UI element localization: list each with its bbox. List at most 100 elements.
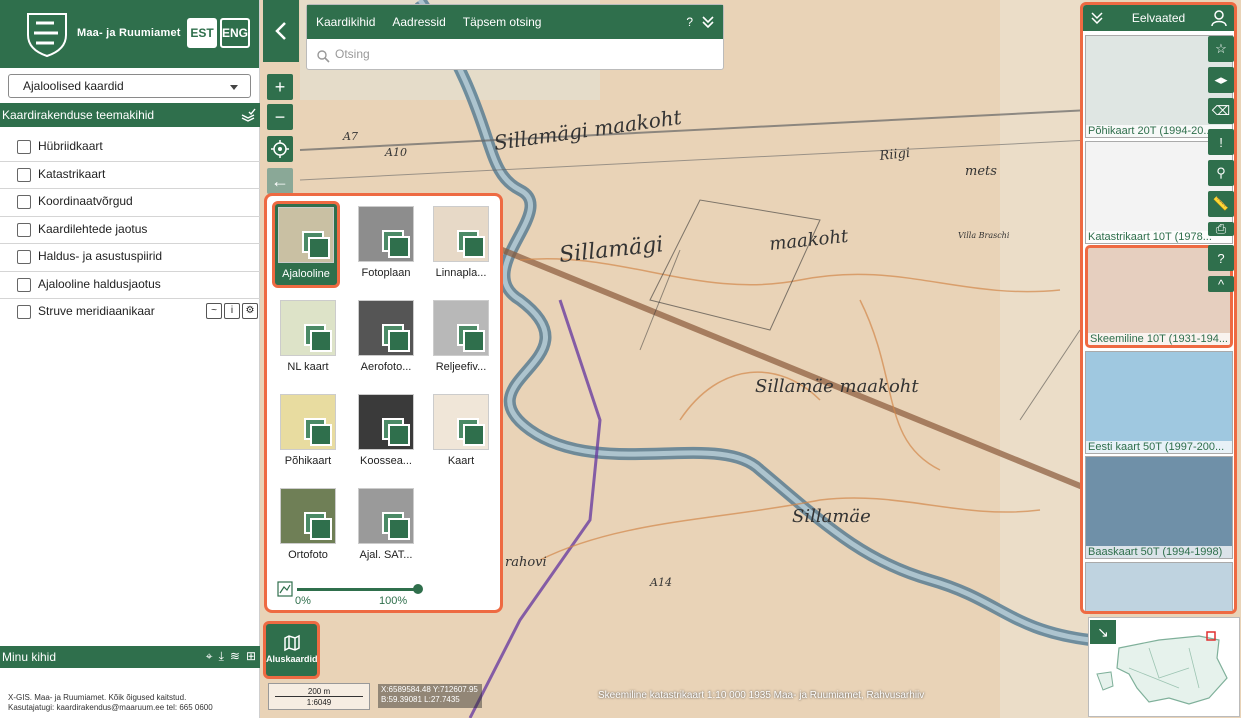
collapse-sidebar-button[interactable] xyxy=(263,0,299,62)
basemap-tile-pohikaart[interactable]: Põhikaart xyxy=(277,394,339,467)
locate-button[interactable] xyxy=(267,136,293,162)
theme-layers-header: Kaardirakenduse teemakihid xyxy=(0,103,260,127)
comment-icon[interactable]: ! xyxy=(1208,129,1234,155)
star-icon[interactable]: ☆ xyxy=(1208,36,1234,62)
opacity-slider[interactable]: 0% 100% xyxy=(277,581,492,607)
basemap-label: Ajal. SAT... xyxy=(359,549,413,561)
search-panel: Kaardikihid Aadressid Täpsem otsing ? Ot… xyxy=(306,4,724,70)
minimap-toggle-button[interactable]: ↘ xyxy=(1090,620,1116,644)
zoom-out-button[interactable]: − xyxy=(267,104,293,130)
basemap-tile-fotoplaan[interactable]: Fotoplaan xyxy=(355,206,417,279)
basemap-tile-ajalooline[interactable]: Ajalooline xyxy=(272,201,340,288)
basemap-tile-reljeefvarjutus[interactable]: Reljeefiv... xyxy=(430,300,492,373)
lang-est-button[interactable]: EST xyxy=(187,18,217,48)
basemap-label: Reljeefiv... xyxy=(435,361,487,373)
preview-item[interactable] xyxy=(1085,562,1233,611)
layer-checkbox[interactable] xyxy=(17,195,31,209)
layer-checkbox[interactable] xyxy=(17,277,31,292)
layer-checkbox[interactable] xyxy=(17,305,31,319)
theme-layer-list: Hübriidkaart Katastrikaart Koordinaatvõr… xyxy=(0,134,260,327)
layer-checkbox[interactable] xyxy=(17,250,31,264)
layer-label: Haldus- ja asustuspiirid xyxy=(38,249,163,263)
basemap-tile-koosseaduskaart[interactable]: Koossea... xyxy=(355,394,417,467)
preview-label: Baaskaart 50T (1994-1998) xyxy=(1086,546,1232,558)
coords-bl: B:59.39081 L:27.7435 xyxy=(381,695,460,704)
basemap-label: Põhikaart xyxy=(284,455,332,467)
sidebar-header: Maa- ja Ruumiamet EST ENG xyxy=(0,0,259,68)
preview-label: Skeemiline 10T (1931-194... xyxy=(1088,333,1230,345)
layers-check-icon[interactable] xyxy=(240,107,256,123)
basemaps-button[interactable]: Aluskaardid xyxy=(263,621,320,679)
layer-item[interactable]: Koordinaatvõrgud xyxy=(0,189,260,217)
back-button[interactable]: ← xyxy=(267,168,293,194)
opacity-track xyxy=(297,588,419,591)
basemap-tile-linnaplaan[interactable]: Linnapla... xyxy=(430,206,492,279)
double-chevron-down-icon[interactable] xyxy=(701,15,715,29)
add-folder-icon[interactable]: ⊞ xyxy=(246,649,256,664)
opacity-handle[interactable] xyxy=(413,584,423,594)
ruler-icon[interactable]: 📏 xyxy=(1208,191,1234,217)
preview-title: Eelvaated xyxy=(1131,11,1186,25)
layers-icon[interactable]: ≋ xyxy=(230,649,240,664)
layer-item[interactable]: Hübriidkaart xyxy=(0,134,260,162)
scale-ratio: 1:6049 xyxy=(306,698,332,707)
my-layers-toolbar: ⌖ ⤓ ≋ ⊞ xyxy=(206,649,256,664)
chart-icon[interactable]: ~ xyxy=(206,303,222,319)
basemap-thumbnail xyxy=(280,300,336,356)
compare-icon[interactable]: ◂▸ xyxy=(1208,67,1234,93)
map-label-a10: A10 xyxy=(384,146,407,159)
layer-label: Koordinaatvõrgud xyxy=(38,194,133,208)
layer-item[interactable]: Ajalooline haldusjaotus xyxy=(0,272,260,299)
help-button[interactable]: ? xyxy=(1208,245,1234,271)
coat-of-arms-logo xyxy=(27,13,67,57)
eraser-icon[interactable]: ⌫ xyxy=(1208,98,1234,124)
basemap-thumbnail xyxy=(358,206,414,262)
user-icon[interactable] xyxy=(1210,9,1228,27)
basemap-thumbnail xyxy=(358,488,414,544)
layer-item[interactable]: Katastrikaart xyxy=(0,162,260,189)
layer-checkbox[interactable] xyxy=(17,167,31,182)
map-label-rahovi: rahovi xyxy=(505,555,547,570)
scale-distance: 200 m xyxy=(275,687,363,697)
tab-addresses[interactable]: Aadressid xyxy=(392,15,445,29)
double-chevron-down-icon[interactable] xyxy=(1091,12,1103,24)
preview-label: Eesti kaart 50T (1997-200... xyxy=(1086,441,1232,453)
crosshair-icon[interactable]: ⌖ xyxy=(206,649,213,664)
print-icon[interactable]: ⎙ xyxy=(1208,221,1234,236)
chevron-left-icon xyxy=(275,22,286,40)
layer-group-select-value: Ajaloolised kaardid xyxy=(23,79,124,93)
layer-item[interactable]: Struve meridiaanikaar ~ i ⚙ xyxy=(0,299,260,327)
footer-copyright: X-GIS. Maa- ja Ruumiamet. Kõik õigused k… xyxy=(8,693,187,702)
layer-item[interactable]: Haldus- ja asustuspiirid xyxy=(0,244,260,272)
map-label-villa: Villa Braschi xyxy=(958,231,1010,240)
download-icon[interactable]: ⤓ xyxy=(219,649,224,664)
basemap-tile-nl-kaart[interactable]: NL kaart xyxy=(277,300,339,373)
basemap-tile-ortofoto[interactable]: Ortofoto xyxy=(277,488,339,561)
lang-eng-button[interactable]: ENG xyxy=(220,18,250,48)
basemap-label: Koossea... xyxy=(360,455,412,467)
basemap-tile-ajal-sat[interactable]: Ajal. SAT... xyxy=(355,488,417,561)
tab-advanced-search[interactable]: Täpsem otsing xyxy=(463,15,542,29)
layer-group-select[interactable]: Ajaloolised kaardid xyxy=(8,74,251,98)
search-input[interactable]: Otsing xyxy=(315,47,715,67)
basemap-tile-kaart[interactable]: Kaart xyxy=(430,394,492,467)
basemap-label: NL kaart xyxy=(287,361,329,373)
layer-item[interactable]: Kaardilehtede jaotus xyxy=(0,217,260,244)
layer-checkbox[interactable] xyxy=(17,222,31,237)
basemap-tile-aerofoto[interactable]: Aerofoto... xyxy=(355,300,417,373)
scale-bar: 200 m 1:6049 xyxy=(268,683,370,710)
tab-map-layers[interactable]: Kaardikihid xyxy=(316,15,375,29)
info-icon[interactable]: i xyxy=(224,303,240,319)
chevron-up-icon[interactable]: ^ xyxy=(1208,276,1234,292)
location-pin-icon[interactable]: ⚲ xyxy=(1208,160,1234,186)
basemap-thumbnail xyxy=(433,206,489,262)
basemap-thumbnail xyxy=(433,394,489,450)
zoom-in-button[interactable]: + xyxy=(267,74,293,100)
preview-item[interactable]: Eesti kaart 50T (1997-200... xyxy=(1085,351,1233,454)
layer-checkbox[interactable] xyxy=(17,140,31,154)
search-help-button[interactable]: ? xyxy=(686,15,693,29)
map-label-mets: mets xyxy=(965,164,997,179)
basemap-thumbnail xyxy=(358,300,414,356)
preview-item[interactable]: Baaskaart 50T (1994-1998) xyxy=(1085,456,1233,559)
settings-icon[interactable]: ⚙ xyxy=(242,303,258,319)
